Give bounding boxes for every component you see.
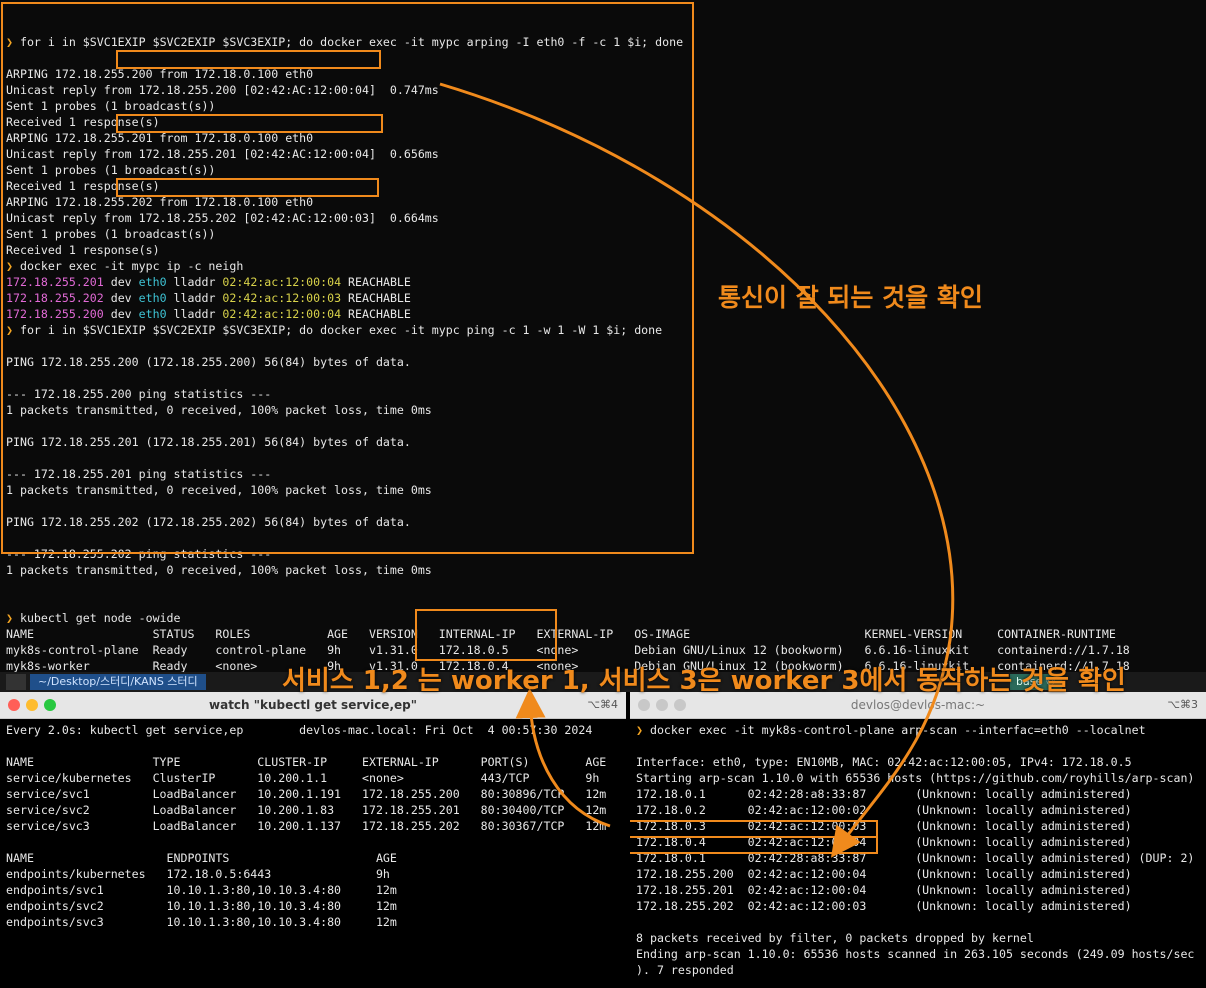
terminal-line: 8 packets received by filter, 0 packets …: [636, 931, 1034, 945]
terminal-line: ❯ for i in $SVC1EXIP $SVC2EXIP $SVC3EXIP…: [6, 323, 663, 337]
terminal-line: 172.18.255.200 02:42:ac:12:00:04 (Unknow…: [636, 867, 1132, 881]
terminal-line: 172.18.0.1 02:42:28:a8:33:87 (Unknown: l…: [636, 787, 1132, 801]
terminal-line: 172.18.255.200 dev eth0 lladdr 02:42:ac:…: [6, 307, 411, 321]
terminal-line: ❯ docker exec -it mypc ip -c neigh: [6, 259, 244, 273]
terminal-line: service/svc1 LoadBalancer 10.200.1.191 1…: [6, 787, 607, 801]
terminal-line: 172.18.0.3 02:42:ac:12:00:03 (Unknown: l…: [636, 819, 1132, 833]
terminal-line: ARPING 172.18.255.200 from 172.18.0.100 …: [6, 67, 314, 81]
terminal-line: Interface: eth0, type: EN10MB, MAC: 02:4…: [636, 755, 1132, 769]
terminal-line: Sent 1 probes (1 broadcast(s)): [6, 99, 216, 113]
terminal-line: ❯ kubectl get node -owide: [6, 611, 181, 625]
terminal-line: 172.18.255.201 dev eth0 lladdr 02:42:ac:…: [6, 275, 411, 289]
terminal-line: 172.18.255.201 02:42:ac:12:00:04 (Unknow…: [636, 883, 1132, 897]
terminal-line: NAME ENDPOINTS AGE: [6, 851, 397, 865]
terminal-line: endpoints/svc3 10.10.1.3:80,10.10.3.4:80…: [6, 915, 397, 929]
watch-output: Every 2.0s: kubectl get service,ep devlo…: [0, 718, 626, 988]
terminal-line: PING 172.18.255.200 (172.18.255.200) 56(…: [6, 355, 411, 369]
watch-window[interactable]: watch "kubectl get service,ep" ⌥⌘4 Every…: [0, 692, 626, 988]
terminal-line: Received 1 response(s): [6, 115, 160, 129]
terminal-line: service/svc2 LoadBalancer 10.200.1.83 17…: [6, 803, 607, 817]
terminal-line: 172.18.0.2 02:42:ac:12:00:02 (Unknown: l…: [636, 803, 1132, 817]
terminal-line: Sent 1 probes (1 broadcast(s)): [6, 227, 216, 241]
terminal-line: ❯ for i in $SVC1EXIP $SVC2EXIP $SVC3EXIP…: [6, 35, 684, 49]
terminal-line: ARPING 172.18.255.202 from 172.18.0.100 …: [6, 195, 314, 209]
terminal-line: 1 packets transmitted, 0 received, 100% …: [6, 403, 432, 417]
terminal-line: ). 7 responded: [636, 963, 734, 977]
terminal-line: service/svc3 LoadBalancer 10.200.1.137 1…: [6, 819, 607, 833]
statusbar-path: ~/Desktop/스터디/KANS 스터디: [30, 674, 206, 690]
annotation-mid: 서비스 1,2 는 worker 1, 서비스 3은 worker 3에서 동작…: [282, 666, 1126, 696]
terminal-line: Sent 1 probes (1 broadcast(s)): [6, 163, 216, 177]
terminal-line: endpoints/svc1 10.10.1.3:80,10.10.3.4:80…: [6, 883, 397, 897]
terminal-line: service/kubernetes ClusterIP 10.200.1.1 …: [6, 771, 600, 785]
terminal-line: --- 172.18.255.202 ping statistics ---: [6, 547, 272, 561]
annotation-top: 통신이 잘 되는 것을 확인: [718, 283, 983, 312]
terminal-line: ARPING 172.18.255.201 from 172.18.0.100 …: [6, 131, 314, 145]
terminal-line: Every 2.0s: kubectl get service,ep devlo…: [6, 723, 593, 737]
terminal-line: --- 172.18.255.200 ping statistics ---: [6, 387, 272, 401]
terminal-line: NAME STATUS ROLES AGE VERSION INTERNAL-I…: [6, 627, 1116, 641]
top-terminal[interactable]: ❯ for i in $SVC1EXIP $SVC2EXIP $SVC3EXIP…: [0, 0, 1206, 672]
terminal-line: Ending arp-scan 1.10.0: 65536 hosts scan…: [636, 947, 1195, 961]
terminal-line: Received 1 response(s): [6, 179, 160, 193]
terminal-line: --- 172.18.255.201 ping statistics ---: [6, 467, 272, 481]
terminal-line: 1 packets transmitted, 0 received, 100% …: [6, 483, 432, 497]
terminal-line: Starting arp-scan 1.10.0 with 65536 host…: [636, 771, 1195, 785]
arp-window[interactable]: devlos@devlos-mac:~ ⌥⌘3 ❯ docker exec -i…: [630, 692, 1206, 988]
terminal-line: 172.18.0.1 02:42:28:a8:33:87 (Unknown: l…: [636, 851, 1195, 865]
apple-icon: [6, 674, 26, 690]
terminal-line: Unicast reply from 172.18.255.202 [02:42…: [6, 211, 439, 225]
terminal-line: endpoints/kubernetes 172.18.0.5:6443 9h: [6, 867, 390, 881]
terminal-line: 1 packets transmitted, 0 received, 100% …: [6, 563, 432, 577]
terminal-line: 172.18.255.202 dev eth0 lladdr 02:42:ac:…: [6, 291, 411, 305]
terminal-line: PING 172.18.255.201 (172.18.255.201) 56(…: [6, 435, 411, 449]
terminal-line: ❯ docker exec -it myk8s-control-plane ar…: [636, 723, 1146, 737]
terminal-line: Unicast reply from 172.18.255.201 [02:42…: [6, 147, 439, 161]
terminal-line: endpoints/svc2 10.10.1.3:80,10.10.3.4:80…: [6, 899, 397, 913]
terminal-line: Received 1 response(s): [6, 243, 160, 257]
terminal-line: Unicast reply from 172.18.255.200 [02:42…: [6, 83, 439, 97]
arp-window-shortcut: ⌥⌘3: [1167, 698, 1198, 711]
terminal-line: myk8s-control-plane Ready control-plane …: [6, 643, 1130, 657]
terminal-line: NAME TYPE CLUSTER-IP EXTERNAL-IP PORT(S)…: [6, 755, 607, 769]
terminal-line: PING 172.18.255.202 (172.18.255.202) 56(…: [6, 515, 411, 529]
terminal-line: 172.18.0.4 02:42:ac:12:00:04 (Unknown: l…: [636, 835, 1132, 849]
terminal-line: 172.18.255.202 02:42:ac:12:00:03 (Unknow…: [636, 899, 1132, 913]
arp-output: ❯ docker exec -it myk8s-control-plane ar…: [630, 718, 1206, 988]
